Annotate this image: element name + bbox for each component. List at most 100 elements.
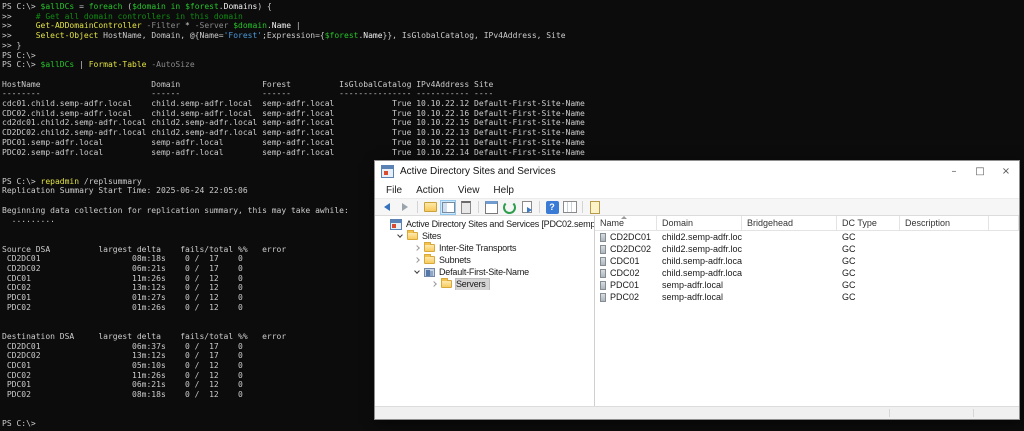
- console-line: Replication Summary Start Time: 2025-06-…: [2, 186, 248, 196]
- chevron-right-icon[interactable]: [431, 281, 437, 287]
- statusbar-divider: [973, 409, 974, 417]
- tree-item-root[interactable]: Active Directory Sites and Services [PDC…: [375, 218, 594, 230]
- menu-help[interactable]: Help: [486, 184, 521, 197]
- console-line: HostName Domain Forest IsGlobalCatalog I…: [2, 79, 494, 89]
- list-cell: GC: [842, 244, 856, 254]
- properties-icon[interactable]: [458, 200, 474, 215]
- show-tree-icon[interactable]: [440, 199, 456, 215]
- server-name-cell: CD2DC01: [595, 232, 657, 242]
- export-list-icon[interactable]: [519, 200, 535, 215]
- menu-file[interactable]: File: [379, 184, 409, 197]
- chevron-right-icon[interactable]: [414, 257, 420, 263]
- list-row-pdc01[interactable]: PDC01 semp-adfr.local GC: [595, 279, 1019, 291]
- toolbar-separator: [478, 201, 479, 213]
- column-header-description[interactable]: Description: [900, 216, 989, 230]
- menu-action[interactable]: Action: [409, 184, 451, 197]
- list-cell: GC: [842, 256, 856, 266]
- server-icon: [600, 268, 606, 278]
- tree-item-label: Subnets: [439, 254, 471, 265]
- mmc-icon: [390, 218, 402, 230]
- menu-view[interactable]: View: [451, 184, 487, 197]
- console-line: CD2DC02 13m:12s 0 / 17 0: [2, 351, 243, 361]
- window-icon[interactable]: [483, 200, 499, 215]
- mmc-app-icon: [381, 165, 394, 178]
- list-cell: GC: [842, 292, 856, 302]
- console-line: PDC02 08m:18s 0 / 12 0: [2, 390, 243, 400]
- window-title: Active Directory Sites and Services: [400, 166, 556, 177]
- sort-ascending-icon: [621, 216, 627, 219]
- server-name-cell: CD2DC02: [595, 244, 657, 254]
- tree-item-sites[interactable]: Sites: [375, 230, 594, 242]
- console-line: PS C:\> repadmin /replsummary: [2, 176, 142, 186]
- console-line: Beginning data collection for replicatio…: [2, 205, 349, 215]
- close-button[interactable]: ×: [993, 161, 1019, 182]
- console-line: CD2DC02 06m:21s 0 / 17 0: [2, 263, 243, 273]
- folder-icon: [407, 230, 418, 240]
- query-icon[interactable]: [587, 200, 603, 215]
- console-line: CDC01 05m:10s 0 / 12 0: [2, 361, 243, 371]
- list-cell: GC: [842, 268, 856, 278]
- chevron-right-icon[interactable]: [414, 245, 420, 251]
- list-column-headers: Name Domain Bridgehead DC Type Description: [595, 216, 1019, 231]
- list-cell: child.semp-adfr.local: [662, 268, 742, 278]
- console-line: Source DSA largest delta fails/total %% …: [2, 244, 287, 254]
- tree-item-label: Default-First-Site-Name: [439, 266, 529, 277]
- list-row-cdc01[interactable]: CDC01 child.semp-adfr.local GC: [595, 255, 1019, 267]
- console-line: PDC02 01m:26s 0 / 12 0: [2, 302, 243, 312]
- site-icon: [424, 267, 435, 277]
- server-icon: [600, 280, 606, 290]
- list-cell: child2.semp-adfr.local: [662, 232, 742, 242]
- folder-icon: [441, 278, 452, 288]
- toolbar-separator: [417, 201, 418, 213]
- chevron-down-icon[interactable]: [414, 268, 420, 274]
- console-line: PS C:\>: [2, 50, 36, 60]
- server-name-cell: CDC02: [595, 268, 657, 278]
- list-cell: child.semp-adfr.local: [662, 256, 742, 266]
- column-header-name[interactable]: Name: [595, 216, 657, 230]
- tree-item-subnets[interactable]: Subnets: [375, 254, 594, 266]
- ad-sites-services-window: Active Directory Sites and Services – □ …: [374, 160, 1020, 420]
- console-line: cdc01.child.semp-adfr.local child.semp-a…: [2, 99, 585, 109]
- console-line: PDC01.semp-adfr.local semp-adfr.local se…: [2, 137, 585, 147]
- console-line: PS C:\>: [2, 419, 36, 429]
- list-row-cd2dc01[interactable]: CD2DC01 child2.semp-adfr.local GC: [595, 231, 1019, 243]
- console-line: PDC01 06m:21s 0 / 12 0: [2, 380, 243, 390]
- console-line: >> # Get all domain controllers in this …: [2, 11, 243, 21]
- column-header-domain[interactable]: Domain: [657, 216, 742, 230]
- tree-item-default-first-site-name[interactable]: Default-First-Site-Name: [375, 266, 594, 278]
- up-level-icon[interactable]: [422, 200, 438, 215]
- back-icon[interactable]: [379, 200, 395, 215]
- column-header-dc-type[interactable]: DC Type: [837, 216, 900, 230]
- tree-item-servers[interactable]: Servers: [375, 278, 594, 290]
- console-line: CDC02 13m:12s 0 / 12 0: [2, 283, 243, 293]
- maximize-button[interactable]: □: [967, 161, 993, 182]
- window-titlebar[interactable]: Active Directory Sites and Services – □ …: [375, 161, 1019, 182]
- list-cell: child2.semp-adfr.local: [662, 244, 742, 254]
- forward-icon[interactable]: [397, 200, 413, 215]
- minimize-button[interactable]: –: [941, 161, 967, 182]
- list-row-cd2dc02[interactable]: CD2DC02 child2.semp-adfr.local GC: [595, 243, 1019, 255]
- help-icon[interactable]: [544, 200, 560, 215]
- columns-icon[interactable]: [562, 200, 578, 215]
- console-line: CD2DC01 08m:18s 0 / 17 0: [2, 254, 243, 264]
- tree-item-label: Sites: [422, 230, 442, 241]
- toolbar: [375, 198, 1019, 216]
- server-name-cell: PDC01: [595, 280, 657, 290]
- toolbar-separator: [539, 201, 540, 213]
- statusbar-divider: [889, 409, 890, 417]
- column-header-bridgehead[interactable]: Bridgehead: [742, 216, 837, 230]
- console-line: cd2dc01.child2.semp-adfr.local child2.se…: [2, 118, 585, 128]
- console-line: PS C:\> $allDCs = foreach ($domain in $f…: [2, 2, 272, 11]
- tree-item-inter-site-transports[interactable]: Inter-Site Transports: [375, 242, 594, 254]
- list-row-cdc02[interactable]: CDC02 child.semp-adfr.local GC: [595, 267, 1019, 279]
- chevron-down-icon[interactable]: [397, 232, 403, 238]
- console-line: Destination DSA largest delta fails/tota…: [2, 331, 287, 341]
- console-line: -------- ------ ------ --------------- -…: [2, 89, 494, 99]
- refresh-icon[interactable]: [501, 200, 517, 215]
- window-content: Active Directory Sites and Services [PDC…: [375, 216, 1019, 406]
- status-bar: [375, 406, 1019, 419]
- console-line: >> Get-ADDomainController -Filter * -Ser…: [2, 21, 301, 31]
- results-pane: Name Domain Bridgehead DC Type Description C…: [595, 216, 1019, 406]
- list-row-pdc02[interactable]: PDC02 semp-adfr.local GC: [595, 291, 1019, 303]
